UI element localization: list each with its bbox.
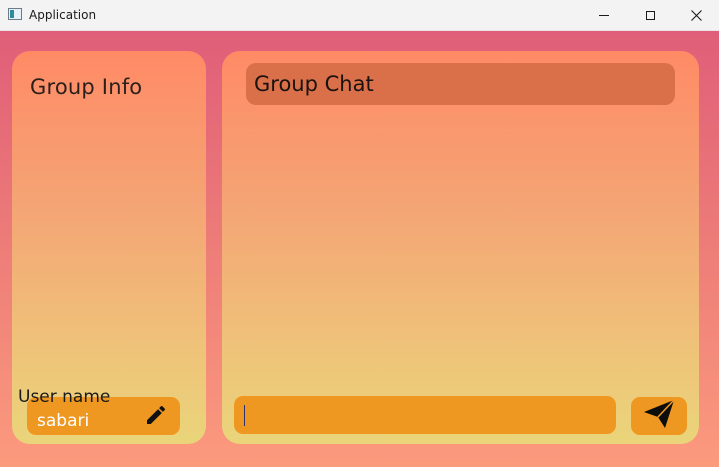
send-button[interactable] xyxy=(631,397,687,435)
group-info-title: Group Info xyxy=(30,75,143,99)
minimize-button[interactable] xyxy=(581,0,627,31)
application-icon xyxy=(8,8,22,20)
title-bar[interactable]: Application xyxy=(0,0,719,31)
group-chat-title: Group Chat xyxy=(254,72,374,96)
username-label: User name xyxy=(18,387,111,407)
message-input[interactable] xyxy=(234,396,616,434)
group-chat-header: Group Chat xyxy=(246,63,675,105)
minimize-icon xyxy=(599,15,609,16)
close-icon xyxy=(690,10,702,21)
text-caret xyxy=(244,405,245,426)
close-button[interactable] xyxy=(673,0,719,31)
group-chat-panel xyxy=(222,51,699,444)
pencil-icon xyxy=(144,403,168,431)
maximize-button[interactable] xyxy=(627,0,673,31)
window-title: Application xyxy=(29,8,97,22)
maximize-icon xyxy=(645,11,655,20)
group-info-panel xyxy=(12,51,206,444)
edit-username-button[interactable] xyxy=(142,403,170,431)
username-value: sabari xyxy=(37,411,90,431)
main-content: Group Info Group Chat sabari User name xyxy=(0,31,719,467)
application-window: Application Group Info Group Chat sabari xyxy=(0,0,719,467)
paper-plane-icon xyxy=(643,399,675,433)
